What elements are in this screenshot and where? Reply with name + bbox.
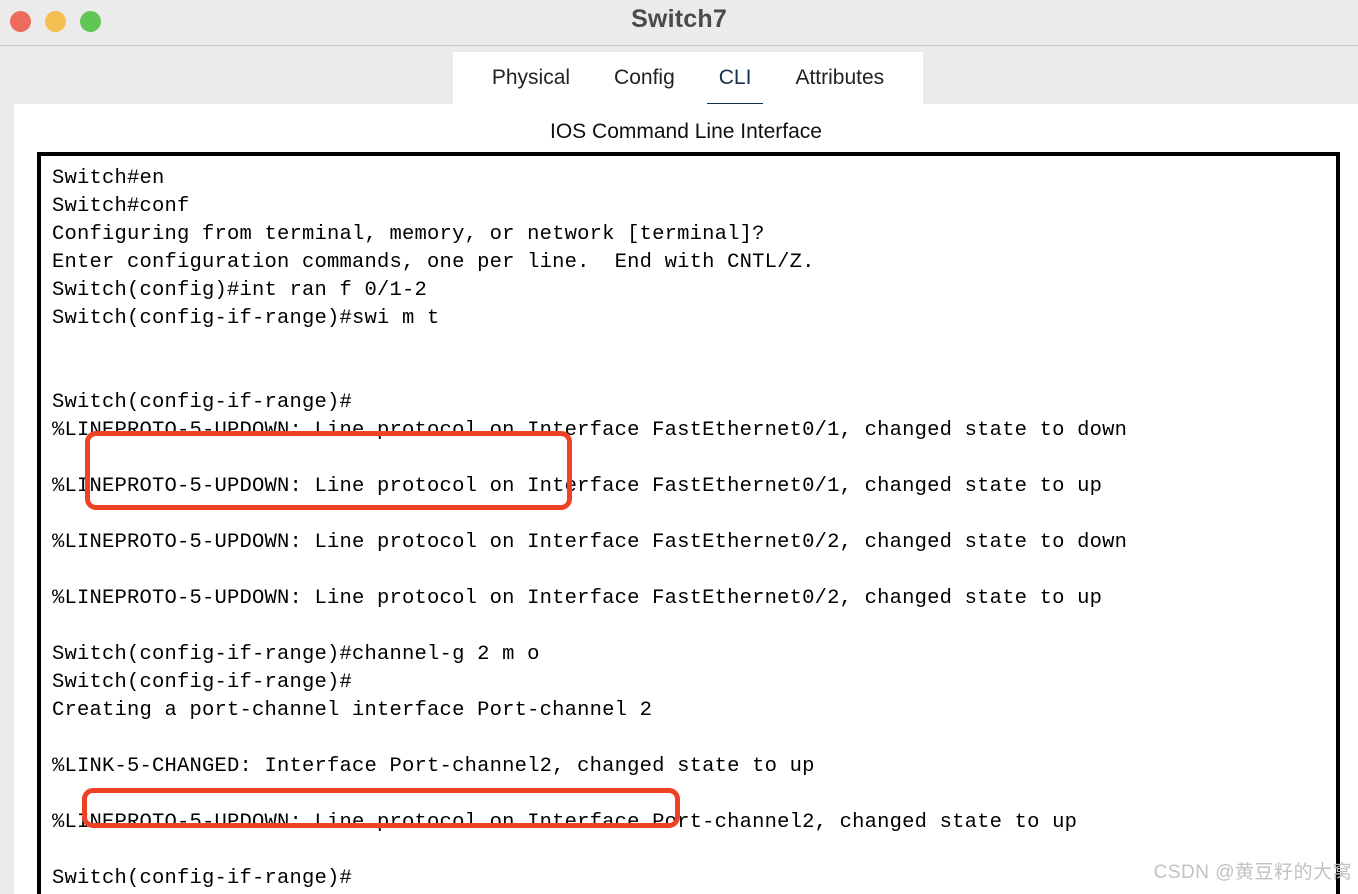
tab-physical-label: Physical xyxy=(491,66,571,89)
tab-physical[interactable]: Physical xyxy=(470,52,592,88)
tab-attributes[interactable]: Attributes xyxy=(773,52,906,88)
watermark: CSDN @黄豆籽的大窝 xyxy=(1153,862,1352,883)
terminal-line: %LINEPROTO-5-UPDOWN: Line protocol on In… xyxy=(52,419,1128,442)
terminal-line: %LINEPROTO-5-UPDOWN: Line protocol on In… xyxy=(52,531,1128,554)
terminal-line: %LINEPROTO-5-UPDOWN: Line protocol on In… xyxy=(52,475,1103,498)
window-titlebar: Switch7 xyxy=(0,0,1358,46)
cli-terminal-output: Switch#en Switch#conf Configuring from ter… xyxy=(52,165,1332,893)
tab-cli[interactable]: CLI xyxy=(697,52,774,112)
terminal-line: %LINEPROTO-5-UPDOWN: Line protocol on In… xyxy=(52,587,1103,610)
window-title: Switch7 xyxy=(631,5,727,33)
cli-heading: IOS Command Line Interface xyxy=(550,120,822,143)
tab-attributes-label: Attributes xyxy=(795,66,885,89)
tab-config[interactable]: Config xyxy=(592,52,697,88)
terminal-line: %LINEPROTO-5-UPDOWN: Line protocol on In… xyxy=(52,811,1078,834)
terminal-line: Creating a port-channel interface Port-c… xyxy=(52,699,653,722)
terminal-line: Switch(config-if-range)# xyxy=(52,867,353,890)
terminal-line: Switch(config)#int ran f 0/1-2 xyxy=(52,279,428,302)
tab-cli-label: CLI xyxy=(718,66,752,89)
switch-cli-window: Switch7 Physical Config CLI Attributes I… xyxy=(0,0,1358,894)
terminal-line: Switch(config-if-range)# xyxy=(52,671,353,694)
terminal-line: Enter configuration commands, one per li… xyxy=(52,251,815,274)
terminal-line: Configuring from terminal, memory, or ne… xyxy=(52,223,765,246)
terminal-line: Switch#conf xyxy=(52,195,190,218)
tabstrip: Physical Config CLI Attributes xyxy=(453,52,923,112)
tabstrip-area: Physical Config CLI Attributes xyxy=(0,47,1358,112)
terminal-line: Switch#en xyxy=(52,167,165,190)
terminal-line: %LINK-5-CHANGED: Interface Port-channel2… xyxy=(52,755,815,778)
cli-content-panel: IOS Command Line Interface Switch#en Swit… xyxy=(14,104,1358,894)
terminal-line: Switch(config-if-range)#swi m t xyxy=(52,307,440,330)
tab-config-label: Config xyxy=(614,66,675,89)
terminal-line: Switch(config-if-range)#channel-g 2 m o xyxy=(52,643,540,666)
cli-terminal[interactable]: Switch#en Switch#conf Configuring from ter… xyxy=(37,152,1340,894)
terminal-line: Switch(config-if-range)# xyxy=(52,391,353,414)
